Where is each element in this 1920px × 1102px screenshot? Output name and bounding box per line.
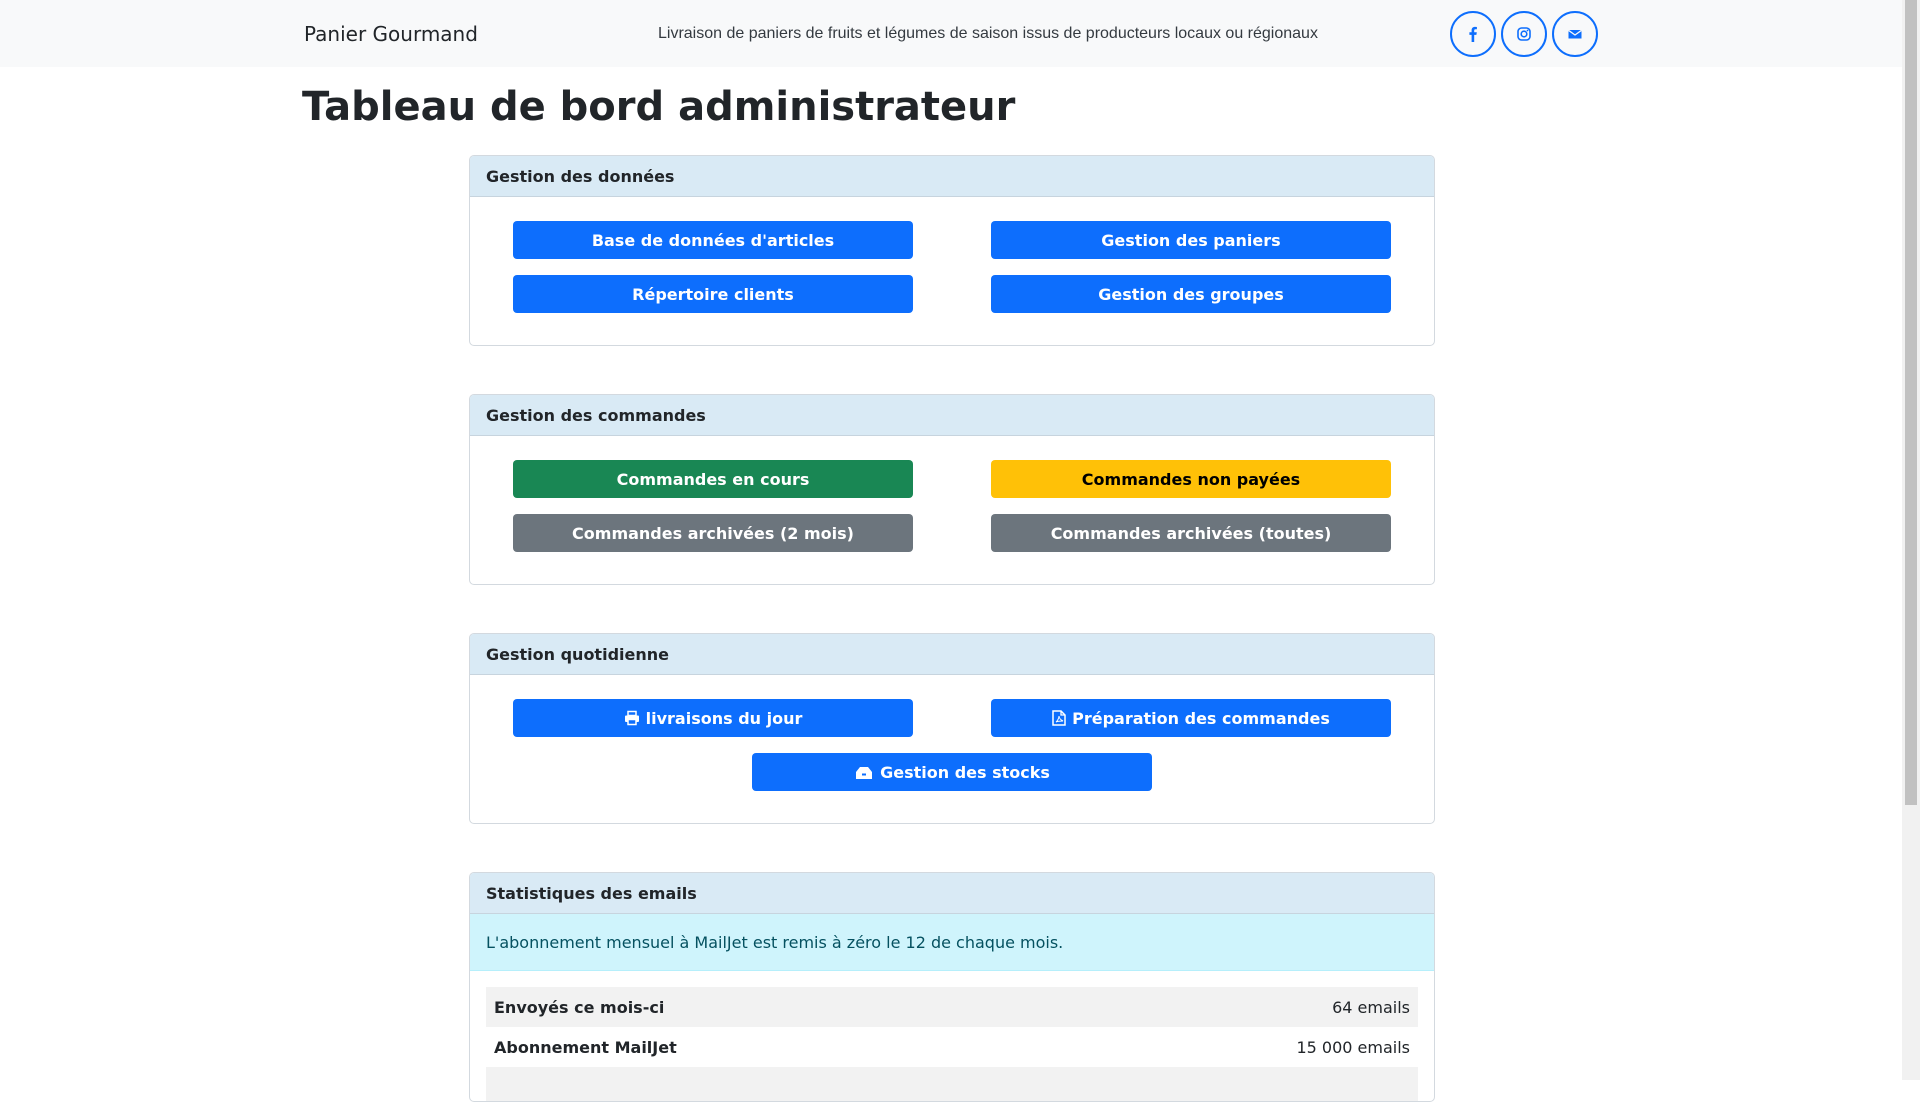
orders-management-card: Gestion des commandes Commandes en cours… bbox=[469, 394, 1435, 585]
page-scrollbar[interactable] bbox=[1902, 0, 1920, 1080]
boxes-icon bbox=[856, 767, 873, 779]
data-management-header: Gestion des données bbox=[470, 156, 1434, 197]
email-stats-card: Statistiques des emails L'abonnement men… bbox=[469, 872, 1435, 1102]
current-orders-button[interactable]: Commandes en cours bbox=[513, 460, 913, 498]
facebook-link[interactable] bbox=[1450, 11, 1496, 57]
order-preparation-label: Préparation des commandes bbox=[1072, 708, 1330, 728]
table-row: Envoyés ce mois-ci 64 emails bbox=[486, 987, 1418, 1027]
stat-label: Envoyés ce mois-ci bbox=[494, 997, 665, 1017]
email-stats-body: L'abonnement mensuel à MailJet est remis… bbox=[470, 914, 1434, 1101]
groups-management-button[interactable]: Gestion des groupes bbox=[991, 275, 1391, 313]
stat-value: 15 000 emails bbox=[1296, 1037, 1410, 1057]
stat-value: 64 emails bbox=[1332, 997, 1410, 1017]
table-row: Abonnement MailJet 15 000 emails bbox=[486, 1027, 1418, 1067]
order-preparation-button[interactable]: Préparation des commandes bbox=[991, 699, 1391, 737]
instagram-icon bbox=[1517, 27, 1531, 41]
archived-orders-2months-button[interactable]: Commandes archivées (2 mois) bbox=[513, 514, 913, 552]
clients-directory-button[interactable]: Répertoire clients bbox=[513, 275, 913, 313]
page-title: Tableau de bord administrateur bbox=[302, 84, 1016, 130]
site-tagline: Livraison de paniers de fruits et légume… bbox=[658, 25, 1318, 42]
brand-link[interactable]: Panier Gourmand bbox=[304, 22, 478, 46]
table-row bbox=[486, 1067, 1418, 1101]
facebook-icon bbox=[1469, 26, 1477, 42]
orders-management-header: Gestion des commandes bbox=[470, 395, 1434, 436]
instagram-link[interactable] bbox=[1501, 11, 1547, 57]
daily-management-header: Gestion quotidienne bbox=[470, 634, 1434, 675]
daily-deliveries-button[interactable]: livraisons du jour bbox=[513, 699, 913, 737]
archived-orders-all-button[interactable]: Commandes archivées (toutes) bbox=[991, 514, 1391, 552]
unpaid-orders-button[interactable]: Commandes non payées bbox=[991, 460, 1391, 498]
file-pdf-icon bbox=[1052, 710, 1066, 726]
email-stats-table: Envoyés ce mois-ci 64 emails Abonnement … bbox=[486, 987, 1418, 1101]
daily-management-card: Gestion quotidienne livraisons du jour P… bbox=[469, 633, 1435, 824]
stock-management-label: Gestion des stocks bbox=[880, 762, 1050, 782]
email-link[interactable] bbox=[1552, 11, 1598, 57]
printer-icon bbox=[624, 710, 639, 726]
stock-management-button[interactable]: Gestion des stocks bbox=[752, 753, 1152, 791]
mailjet-info-alert: L'abonnement mensuel à MailJet est remis… bbox=[470, 914, 1434, 971]
daily-deliveries-label: livraisons du jour bbox=[645, 708, 803, 728]
top-navbar: Panier Gourmand Livraison de paniers de … bbox=[0, 0, 1902, 67]
baskets-management-button[interactable]: Gestion des paniers bbox=[991, 221, 1391, 259]
articles-database-button[interactable]: Base de données d'articles bbox=[513, 221, 913, 259]
scrollbar-thumb[interactable] bbox=[1905, 0, 1917, 805]
stat-label: Abonnement MailJet bbox=[494, 1037, 677, 1057]
envelope-icon bbox=[1568, 29, 1582, 39]
data-management-card: Gestion des données Base de données d'ar… bbox=[469, 155, 1435, 346]
email-stats-header: Statistiques des emails bbox=[470, 873, 1434, 914]
